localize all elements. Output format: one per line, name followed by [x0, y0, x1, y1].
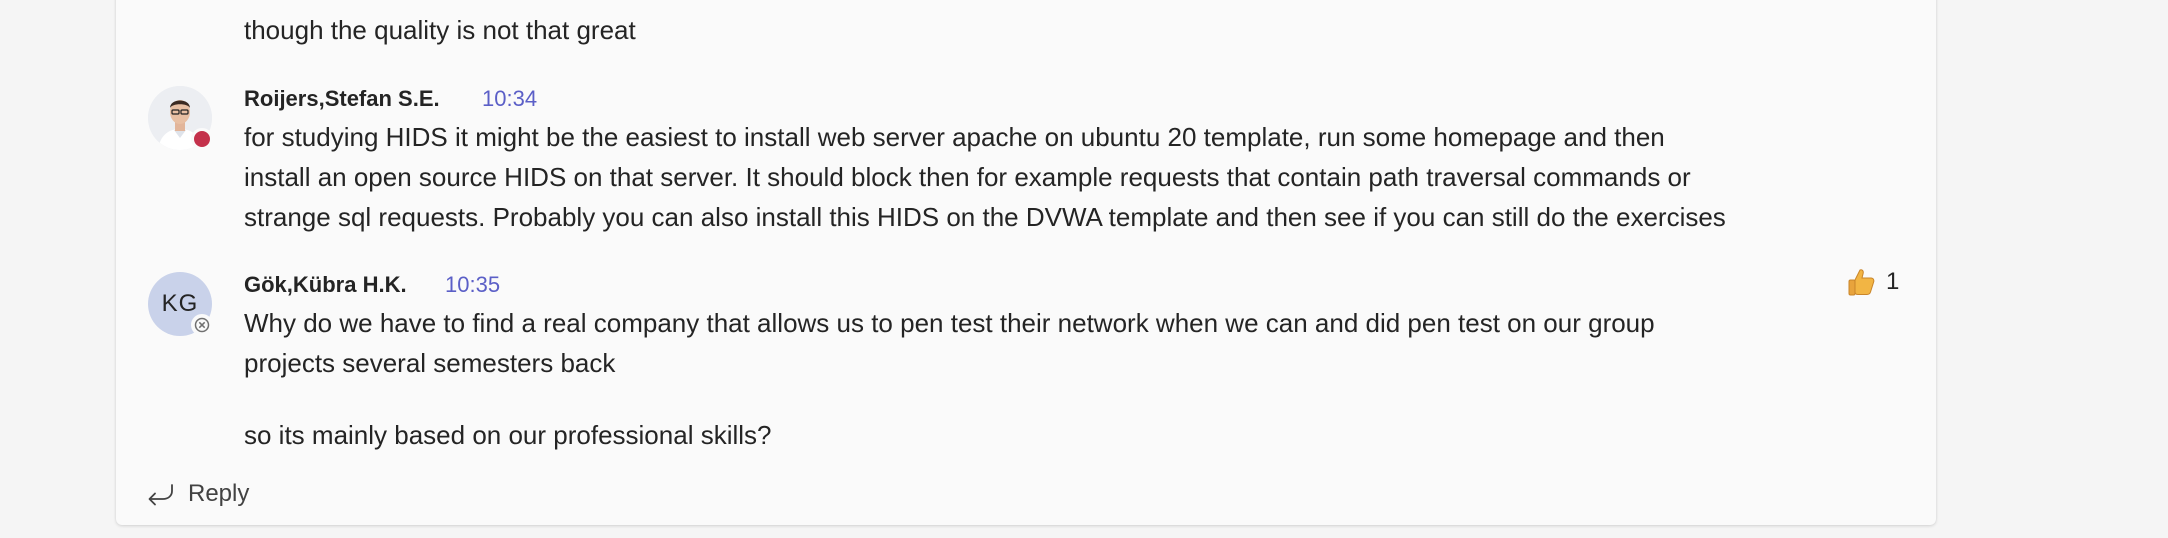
- message-author[interactable]: Roijers,Stefan S.E.: [244, 86, 440, 112]
- reply-label: Reply: [188, 480, 250, 507]
- message-body-line: Why do we have to find a real company th…: [244, 308, 1655, 338]
- avatar-initials: KG: [161, 290, 199, 317]
- reply-arrow-icon: [148, 484, 173, 506]
- message-followup-text: so its mainly based on our professional …: [244, 420, 772, 450]
- thumbs-up-icon: [1848, 269, 1875, 296]
- message-timestamp: 10:35: [445, 272, 501, 297]
- message-author[interactable]: Gök,Kübra H.K.: [244, 272, 407, 298]
- reaction-thumbs-up[interactable]: 1: [1846, 266, 1899, 298]
- message-body-line: projects several semesters back: [244, 348, 616, 378]
- presence-busy-icon: [191, 128, 213, 150]
- reply-button[interactable]: Reply: [146, 480, 249, 508]
- offline-x-icon: [194, 317, 210, 333]
- reaction-count: 1: [1886, 268, 1900, 295]
- message-body-line: for studying HIDS it might be the easies…: [244, 122, 1665, 152]
- presence-offline-icon: [191, 314, 213, 336]
- previous-message-text: though the quality is not that great: [244, 15, 636, 45]
- message-body-line: strange sql requests. Probably you can a…: [244, 202, 1726, 232]
- message-timestamp: 10:34: [482, 86, 538, 111]
- message-body-line: install an open source HIDS on that serv…: [244, 162, 1691, 192]
